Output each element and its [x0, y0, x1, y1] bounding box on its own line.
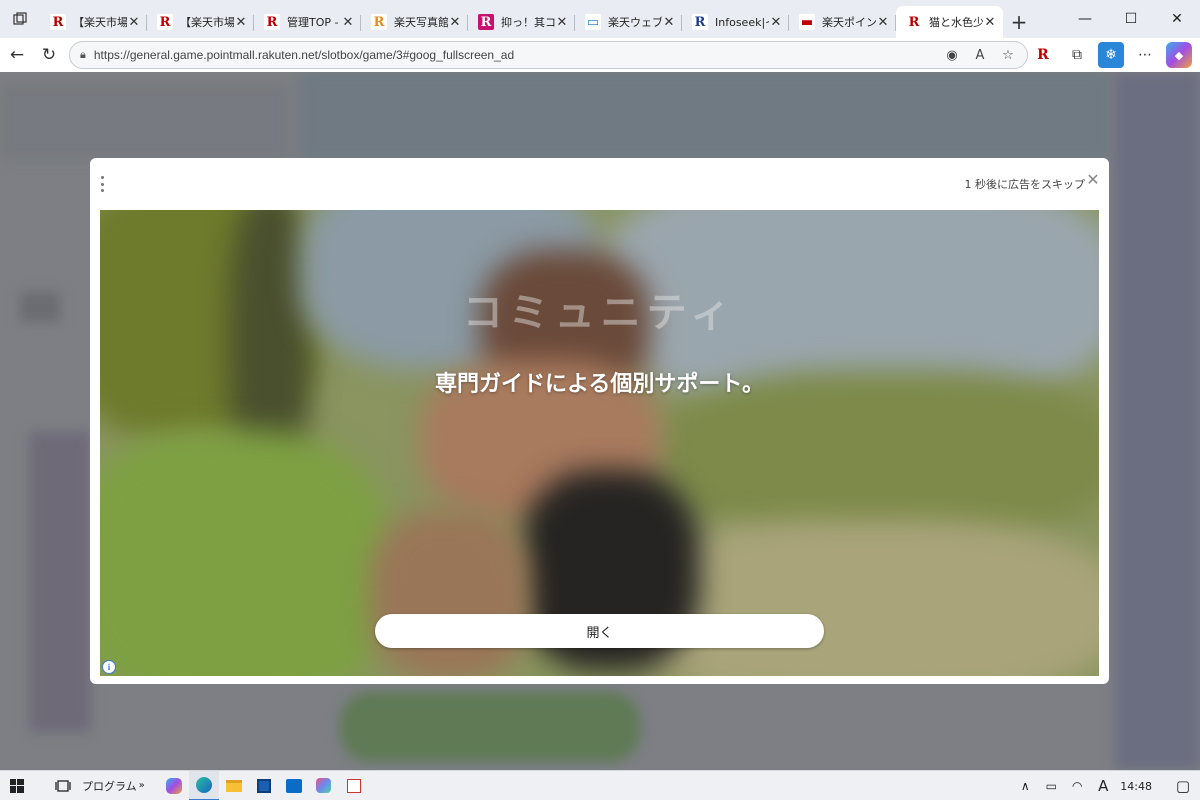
tab-title: Infoseek|イ	[715, 16, 769, 29]
photos-icon[interactable]	[309, 771, 339, 800]
tab-favicon-icon: R	[692, 14, 708, 30]
background-page-header	[0, 82, 290, 162]
snipping-tool-icon[interactable]	[339, 771, 369, 800]
browser-tab[interactable]: R 【楽天市場】✕	[147, 6, 254, 38]
browser-tab[interactable]: R Infoseek|イ✕	[682, 6, 789, 38]
tab-close-icon[interactable]: ✕	[876, 15, 890, 30]
program-toolbar-label[interactable]: プログラム	[82, 778, 137, 794]
ad-open-button[interactable]: 開く	[375, 614, 824, 648]
tab-title: 楽天ポイント	[822, 16, 876, 29]
address-bar-icons: ◉ A ☆	[943, 46, 1017, 64]
ad-bg-grass-left	[100, 430, 390, 676]
maximize-button[interactable]: ☐	[1108, 0, 1154, 38]
wifi-icon[interactable]: ◠	[1068, 779, 1086, 793]
tab-strip: R【楽天市場】✕R【楽天市場】✕R管理TOP - 楽✕R楽天写真館✕R抑っ！其コ…	[40, 6, 1003, 38]
ad-options-kebab-icon[interactable]	[99, 176, 105, 192]
tab-title: 抑っ！其コレ	[501, 16, 555, 29]
minimize-button[interactable]: —	[1062, 0, 1108, 38]
tab-bar: R【楽天市場】✕R【楽天市場】✕R管理TOP - 楽✕R楽天写真館✕R抑っ！其コ…	[0, 0, 1200, 38]
windows-taskbar: プログラム » ∧ ▭ ◠ A 14:48 ▢	[0, 770, 1200, 800]
tab-close-icon[interactable]: ✕	[983, 15, 997, 30]
file-explorer-icon[interactable]	[219, 771, 249, 800]
tab-close-icon[interactable]: ✕	[127, 15, 141, 30]
tab-title: 【楽天市場】	[73, 16, 127, 29]
background-page-button	[340, 692, 640, 762]
ad-headline: 専門ガイドによる個別サポート。	[435, 372, 764, 397]
tab-close-icon[interactable]: ✕	[234, 15, 248, 30]
ad-info-icon[interactable]: i	[102, 660, 116, 674]
outlook-icon[interactable]	[279, 771, 309, 800]
system-tray: ∧ ▭ ◠ A 14:48 ▢	[1016, 771, 1192, 800]
close-window-button[interactable]: ✕	[1154, 0, 1200, 38]
tab-close-icon[interactable]: ✕	[555, 15, 569, 30]
tab-close-icon[interactable]: ✕	[662, 15, 676, 30]
battery-icon[interactable]: ▭	[1042, 779, 1060, 793]
chevron-up-icon[interactable]: ∧	[1016, 779, 1034, 793]
ad-creative[interactable]: コミュニティ 専門ガイドによる個別サポート。 開く i	[100, 210, 1099, 676]
tab-favicon-icon: ▬	[799, 14, 815, 30]
copilot-icon[interactable]: ◆	[1166, 42, 1192, 68]
refresh-button[interactable]: ↻	[33, 39, 65, 71]
more-menu-icon[interactable]: ⋯	[1132, 42, 1158, 68]
favorite-star-icon[interactable]: ☆	[999, 46, 1017, 64]
read-aloud-icon[interactable]: A	[971, 46, 989, 64]
browser-toolbar: ← ↻ 🔒︎ https://general.game.pointmall.ra…	[0, 38, 1200, 72]
tab-favicon-icon: R	[906, 14, 922, 30]
tab-favicon-icon: ▭	[585, 14, 601, 30]
background-page-banner	[300, 72, 1110, 162]
tracking-prevention-icon[interactable]: ◉	[943, 46, 961, 64]
tab-close-icon[interactable]: ✕	[341, 15, 355, 30]
fullscreen-ad-modal: 1 秒後に広告をスキップ ✕ コミュニティ 専門ガイドによる個別サポート。 開く…	[90, 158, 1109, 684]
browser-tab[interactable]: ▭ 楽天ウェブ検✕	[575, 6, 682, 38]
browser-tab[interactable]: R 楽天写真館 ✕	[361, 6, 468, 38]
tab-title: 楽天写真館	[394, 16, 448, 29]
ime-indicator[interactable]: A	[1094, 777, 1112, 795]
tab-title: 猫と水色少女	[929, 16, 983, 29]
new-tab-button[interactable]: +	[1003, 6, 1035, 38]
address-bar[interactable]: 🔒︎ https://general.game.pointmall.rakute…	[69, 41, 1028, 69]
browser-tab[interactable]: ▬ 楽天ポイント✕	[789, 6, 896, 38]
tab-favicon-icon: R	[478, 14, 494, 30]
address-url: https://general.game.pointmall.rakuten.n…	[93, 48, 515, 62]
copilot-taskbar-icon[interactable]	[159, 771, 189, 800]
tab-actions-icon[interactable]	[0, 0, 40, 38]
tab-title: 管理TOP - 楽	[287, 16, 341, 29]
background-page-left-icons	[30, 432, 90, 732]
tab-title: 【楽天市場】	[180, 16, 234, 29]
start-windows-icon[interactable]	[2, 771, 32, 800]
lock-icon: 🔒︎	[80, 48, 86, 61]
ad-faint-title: コミュニティ	[462, 290, 737, 336]
window-controls: — ☐ ✕	[1062, 0, 1200, 38]
close-icon[interactable]: ✕	[1085, 172, 1101, 188]
tab-favicon-icon: R	[371, 14, 387, 30]
task-view-icon[interactable]	[48, 771, 78, 800]
tab-title: 楽天ウェブ検	[608, 16, 662, 29]
browser-tab[interactable]: R 管理TOP - 楽✕	[254, 6, 361, 38]
tab-favicon-icon: R	[50, 14, 66, 30]
toolbar-extensions: R ⧉ ❄ ⋯ ◆	[1030, 42, 1192, 68]
page-viewport: 1 秒後に広告をスキップ ✕ コミュニティ 専門ガイドによる個別サポート。 開く…	[0, 72, 1200, 770]
background-page-label	[20, 292, 60, 322]
ad-skip-countdown: 1 秒後に広告をスキップ	[964, 178, 1086, 191]
background-page-right-column	[1115, 72, 1200, 770]
rakuten-extension-icon[interactable]: R	[1030, 42, 1056, 68]
browser-tab[interactable]: R 猫と水色少女✕	[896, 6, 1003, 38]
toolbar-expand-icon[interactable]: »	[139, 780, 145, 791]
clock[interactable]: 14:48	[1120, 780, 1152, 793]
ad-bg-person-legs	[370, 510, 530, 676]
back-button[interactable]: ←	[1, 39, 33, 71]
notification-icon[interactable]: ▢	[1174, 777, 1192, 795]
tab-close-icon[interactable]: ✕	[448, 15, 462, 30]
store-icon[interactable]	[249, 771, 279, 800]
tab-favicon-icon: R	[264, 14, 280, 30]
tab-favicon-icon: R	[157, 14, 173, 30]
edge-browser-icon[interactable]	[188, 770, 219, 800]
extensions-puzzle-icon[interactable]: ⧉	[1064, 42, 1090, 68]
browser-tab[interactable]: R 【楽天市場】✕	[40, 6, 147, 38]
snowflake-extension-icon[interactable]: ❄	[1098, 42, 1124, 68]
browser-tab[interactable]: R 抑っ！其コレ✕	[468, 6, 575, 38]
tab-close-icon[interactable]: ✕	[769, 15, 783, 30]
